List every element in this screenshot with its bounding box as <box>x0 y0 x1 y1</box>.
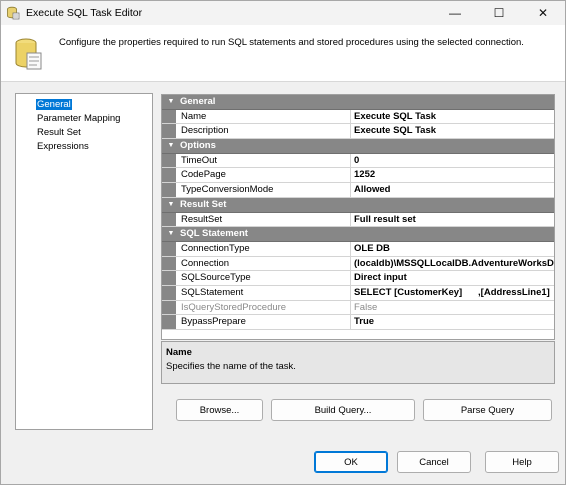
row-gutter <box>162 168 176 183</box>
help-button[interactable]: Help <box>485 451 559 473</box>
property-name: BypassPrepare <box>176 315 351 329</box>
row-gutter <box>162 212 176 227</box>
nav-item-expressions[interactable]: Expressions <box>16 140 152 154</box>
nav-item-result-set[interactable]: Result Set <box>16 126 152 140</box>
property-name: Connection <box>176 256 351 271</box>
ok-button[interactable]: OK <box>314 451 388 473</box>
property-row-codepage[interactable]: CodePage 1252 <box>162 168 554 184</box>
property-name: CodePage <box>176 168 351 183</box>
property-name: ConnectionType <box>176 241 351 256</box>
nav-item-general[interactable]: General <box>16 98 152 112</box>
row-gutter <box>162 300 176 315</box>
row-gutter <box>162 109 176 124</box>
property-row-isquerystoredprocedure: IsQueryStoredProcedure False <box>162 300 554 316</box>
property-value[interactable]: 0 <box>351 154 554 168</box>
description-title: Name <box>166 347 192 358</box>
property-value: False <box>354 301 378 313</box>
nav-item-label: General <box>36 99 72 110</box>
property-value[interactable]: Execute SQL Task <box>351 124 554 138</box>
cancel-button[interactable]: Cancel <box>397 451 471 473</box>
build-query-button[interactable]: Build Query... <box>271 399 415 421</box>
category-label: General <box>180 96 216 107</box>
maximize-button[interactable]: ☐ <box>477 1 521 25</box>
row-gutter <box>162 285 176 300</box>
property-name: SQLStatement <box>176 285 351 300</box>
maximize-icon: ☐ <box>493 6 505 20</box>
property-row-connectiontype[interactable]: ConnectionType OLE DB <box>162 241 554 257</box>
category-general[interactable]: ▼ General <box>162 95 554 110</box>
property-value[interactable]: Direct input <box>351 271 554 285</box>
property-value[interactable]: SELECT [CustomerKey] ,[AddressLine1] <box>351 286 554 300</box>
property-row-bypassprepare[interactable]: BypassPrepare True <box>162 315 554 330</box>
property-value[interactable]: OLE DB <box>351 242 554 256</box>
execute-sql-task-editor-window: Execute SQL Task Editor — ☐ ✕ Configure … <box>0 0 566 485</box>
property-name: SQLSourceType <box>176 271 351 285</box>
property-name: Name <box>176 109 351 124</box>
collapse-icon[interactable]: ▼ <box>162 139 180 153</box>
property-grid: ▼ General Name Execute SQL Task Descript… <box>161 94 555 340</box>
property-row-connection[interactable]: Connection (localdb)\MSSQLLocalDB.Advent… <box>162 256 554 272</box>
navigation-list: General Parameter Mapping Result Set Exp… <box>15 93 153 430</box>
row-gutter <box>162 124 176 139</box>
window-title: Execute SQL Task Editor <box>26 7 143 19</box>
property-row-typeconversionmode[interactable]: TypeConversionMode Allowed <box>162 183 554 198</box>
minimize-button[interactable]: — <box>433 1 477 25</box>
collapse-icon[interactable]: ▼ <box>162 198 180 212</box>
close-button[interactable]: ✕ <box>521 1 565 25</box>
browse-button[interactable]: Browse... <box>176 399 263 421</box>
row-gutter <box>162 271 176 285</box>
property-name: Description <box>176 124 351 139</box>
category-label: Options <box>180 140 216 152</box>
row-gutter <box>162 241 176 256</box>
collapse-icon[interactable]: ▼ <box>162 227 180 241</box>
collapse-icon[interactable]: ▼ <box>162 95 180 109</box>
property-row-timeout[interactable]: TimeOut 0 <box>162 153 554 169</box>
nav-item-label: Parameter Mapping <box>37 113 121 124</box>
row-gutter <box>162 315 176 329</box>
parse-query-button[interactable]: Parse Query <box>423 399 552 421</box>
property-row-resultset[interactable]: ResultSet Full result set <box>162 212 554 228</box>
property-value[interactable]: (localdb)\MSSQLLocalDB.AdventureWorksDW <box>351 257 554 271</box>
category-sql-statement[interactable]: ▼ SQL Statement <box>162 227 554 242</box>
property-row-sqlsourcetype[interactable]: SQLSourceType Direct input <box>162 271 554 286</box>
category-result-set[interactable]: ▼ Result Set <box>162 197 554 213</box>
description-text: Specifies the name of the task. <box>166 361 296 372</box>
property-value[interactable]: 1252 <box>351 168 554 182</box>
ssis-task-icon <box>6 6 20 20</box>
row-gutter <box>162 183 176 197</box>
nav-item-label: Result Set <box>37 127 81 138</box>
nav-item-label: Expressions <box>37 141 89 152</box>
row-gutter <box>162 153 176 168</box>
category-label: SQL Statement <box>180 228 248 240</box>
property-description-panel: Name Specifies the name of the task. <box>161 341 555 384</box>
minimize-icon: — <box>449 6 461 20</box>
property-value[interactable]: Full result set <box>351 213 554 227</box>
row-gutter <box>162 256 176 271</box>
property-row-sqlstatement[interactable]: SQLStatement SELECT [CustomerKey] ,[Addr… <box>162 285 554 301</box>
window-controls: — ☐ ✕ <box>433 1 565 25</box>
nav-item-parameter-mapping[interactable]: Parameter Mapping <box>16 112 152 126</box>
header-band: Configure the properties required to run… <box>1 25 565 82</box>
property-name: ResultSet <box>176 212 351 227</box>
property-name: IsQueryStoredProcedure <box>176 300 351 315</box>
header-description: Configure the properties required to run… <box>59 37 524 48</box>
property-row-description[interactable]: Description Execute SQL Task <box>162 124 554 140</box>
property-value[interactable]: Allowed <box>351 183 554 197</box>
property-value[interactable]: True <box>351 315 554 329</box>
property-value[interactable]: Execute SQL Task <box>351 110 554 124</box>
database-script-icon <box>15 37 43 71</box>
category-label: Result Set <box>180 198 227 210</box>
title-bar[interactable]: Execute SQL Task Editor — ☐ ✕ <box>1 1 565 25</box>
category-options[interactable]: ▼ Options <box>162 139 554 154</box>
property-row-name[interactable]: Name Execute SQL Task <box>162 109 554 125</box>
property-name: TimeOut <box>176 153 351 168</box>
property-name: TypeConversionMode <box>176 183 351 197</box>
close-icon: ✕ <box>537 6 549 20</box>
